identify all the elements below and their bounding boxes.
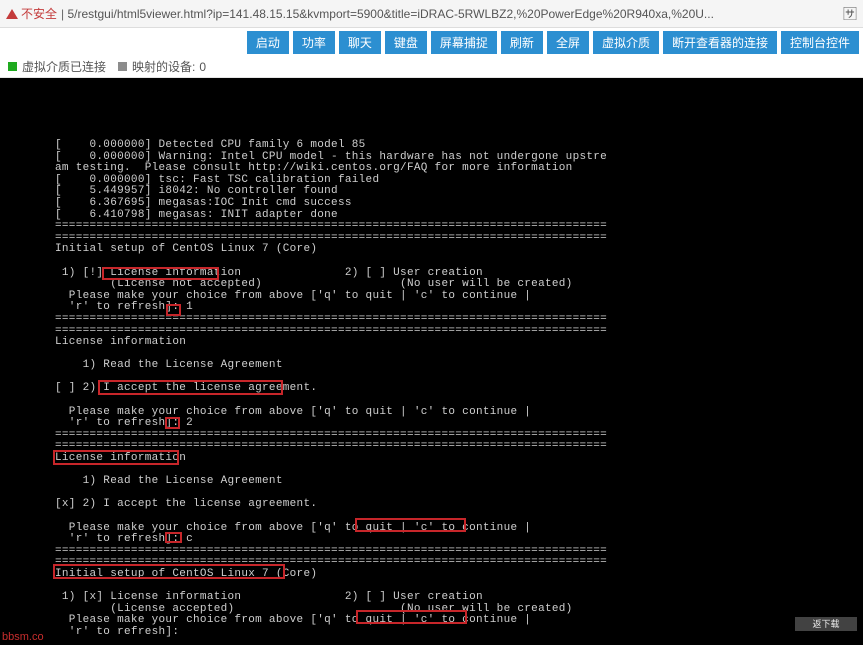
toolbar-start-button[interactable]: 启动 [247, 31, 289, 54]
status-mapped-label: 映射的设备: [132, 58, 195, 75]
status-green-icon [8, 62, 17, 71]
url-text[interactable]: 5/restgui/html5viewer.html?ip=141.48.15.… [67, 7, 713, 21]
watermark: bbsm.co [2, 631, 44, 643]
warning-icon [6, 9, 18, 19]
insecure-label: 不安全 [21, 5, 57, 22]
status-mapped-count: 0 [199, 60, 206, 74]
corner-widget[interactable]: 返下载 [795, 617, 857, 631]
terminal-output: [ 0.000000] Detected CPU family 6 model … [55, 140, 607, 639]
toolbar-power-button[interactable]: 功率 [293, 31, 335, 54]
toolbar-chat-button[interactable]: 聊天 [339, 31, 381, 54]
toolbar-screenshot-button[interactable]: 屏幕捕捉 [431, 31, 497, 54]
toolbar: 启动 功率 聊天 键盘 屏幕捕捉 刷新 全屏 虚拟介质 断开查看器的连接 控制台… [0, 28, 863, 56]
toolbar-disconnect-button[interactable]: 断开查看器的连接 [663, 31, 777, 54]
toolbar-keyboard-button[interactable]: 键盘 [385, 31, 427, 54]
insecure-warning: 不安全 [6, 5, 57, 22]
status-media-label: 虚拟介质已连接 [22, 58, 106, 75]
remote-console[interactable]: [ 0.000000] Detected CPU family 6 model … [0, 78, 863, 645]
toolbar-virtual-media-button[interactable]: 虚拟介质 [593, 31, 659, 54]
translate-icon[interactable]: 🈂 [843, 4, 857, 24]
toolbar-console-controls-button[interactable]: 控制台控件 [781, 31, 859, 54]
status-bar: 虚拟介质已连接 映射的设备: 0 [0, 56, 863, 78]
toolbar-refresh-button[interactable]: 刷新 [501, 31, 543, 54]
status-gray-icon [118, 62, 127, 71]
address-bar: 不安全 | 5/restgui/html5viewer.html?ip=141.… [0, 0, 863, 28]
toolbar-fullscreen-button[interactable]: 全屏 [547, 31, 589, 54]
